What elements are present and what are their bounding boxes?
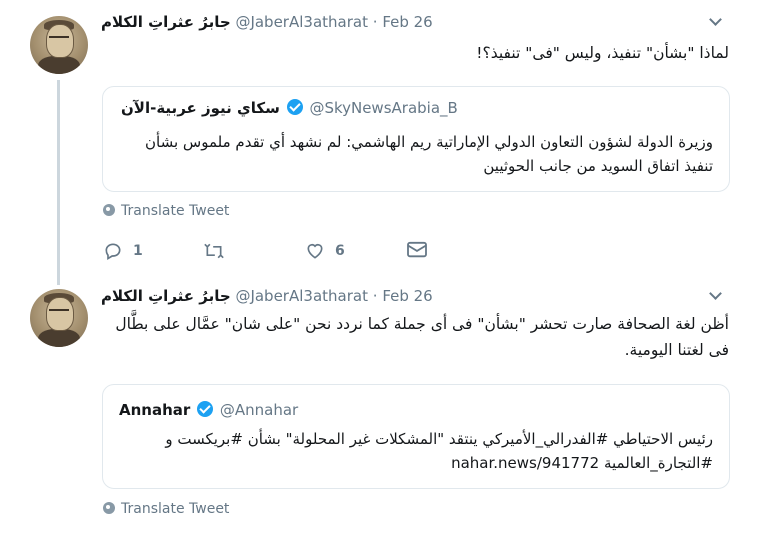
author-name[interactable]: جابرُ عثراتِ الكلام — [101, 13, 231, 31]
tweet-header: جابرُ عثراتِ الكلام @JaberAl3atharat · F… — [101, 287, 433, 305]
heart-icon — [307, 243, 323, 259]
reply-button[interactable]: 1 — [103, 241, 143, 261]
reply-icon — [105, 243, 121, 260]
avatar[interactable] — [30, 289, 88, 347]
like-button[interactable]: 6 — [305, 241, 345, 261]
tweet-2[interactable]: جابرُ عثراتِ الكلام @JaberAl3atharat · F… — [0, 287, 771, 527]
reply-count: 1 — [133, 243, 143, 259]
quoted-tweet-text: وزيرة الدولة لشؤون التعاون الدولي الإمار… — [145, 133, 713, 175]
tweet-date[interactable]: Feb 26 — [382, 287, 432, 305]
avatar[interactable] — [30, 16, 88, 74]
retweet-icon — [204, 243, 224, 259]
globe-icon — [103, 502, 115, 514]
author-handle[interactable]: @JaberAl3atharat — [235, 287, 368, 305]
quoted-tweet-header: Annahar @Annahar — [119, 401, 298, 419]
direct-message-button[interactable] — [406, 241, 428, 259]
quoted-author-handle: @SkyNewsArabia_B — [309, 99, 458, 117]
verified-badge-icon — [197, 401, 214, 417]
translate-tweet-link[interactable]: Translate Tweet — [103, 501, 229, 517]
quoted-author-name: سكاي نيوز عربية-الآن — [121, 99, 280, 117]
translate-label: Translate Tweet — [121, 501, 230, 517]
quoted-author-handle: @Annahar — [219, 401, 299, 419]
globe-icon — [103, 204, 115, 216]
tweet-text: أظن لغة الصحافة صارت تحشر "بشأن" فى أى ج… — [115, 315, 729, 359]
quoted-author-name: Annahar — [119, 401, 191, 419]
quoted-tweet-text: رئيس الاحتياطي #الفدرالي_الأميركي ينتقد … — [165, 430, 713, 472]
separator-dot: · — [372, 13, 378, 31]
quoted-tweet-header: سكاي نيوز عربية-الآن @SkyNewsArabia_B — [121, 99, 458, 117]
tweet-actions: 1 6 — [103, 241, 433, 263]
author-handle[interactable]: @JaberAl3atharat — [235, 13, 368, 31]
translate-tweet-link[interactable]: Translate Tweet — [103, 203, 229, 219]
quoted-tweet[interactable]: سكاي نيوز عربية-الآن @SkyNewsArabia_B وز… — [102, 86, 730, 192]
verified-badge-icon — [286, 99, 303, 115]
chevron-down-icon[interactable] — [710, 15, 720, 25]
tweet-header: جابرُ عثراتِ الكلام @JaberAl3atharat · F… — [101, 13, 433, 31]
tweet-1[interactable]: جابرُ عثراتِ الكلام @JaberAl3atharat · F… — [0, 13, 771, 273]
chevron-down-icon[interactable] — [710, 289, 720, 299]
quoted-tweet[interactable]: Annahar @Annahar رئيس الاحتياطي #الفدرال… — [102, 384, 730, 489]
separator-dot: · — [372, 287, 378, 305]
tweet-date[interactable]: Feb 26 — [382, 13, 432, 31]
tweet-text: لماذا "بشأن" تنفيذ، وليس "فى" تنفيذ؟! — [476, 44, 729, 62]
author-name[interactable]: جابرُ عثراتِ الكلام — [101, 287, 231, 305]
translate-label: Translate Tweet — [121, 203, 230, 219]
envelope-icon — [407, 241, 427, 258]
retweet-button[interactable] — [203, 241, 235, 261]
like-count: 6 — [335, 243, 345, 259]
